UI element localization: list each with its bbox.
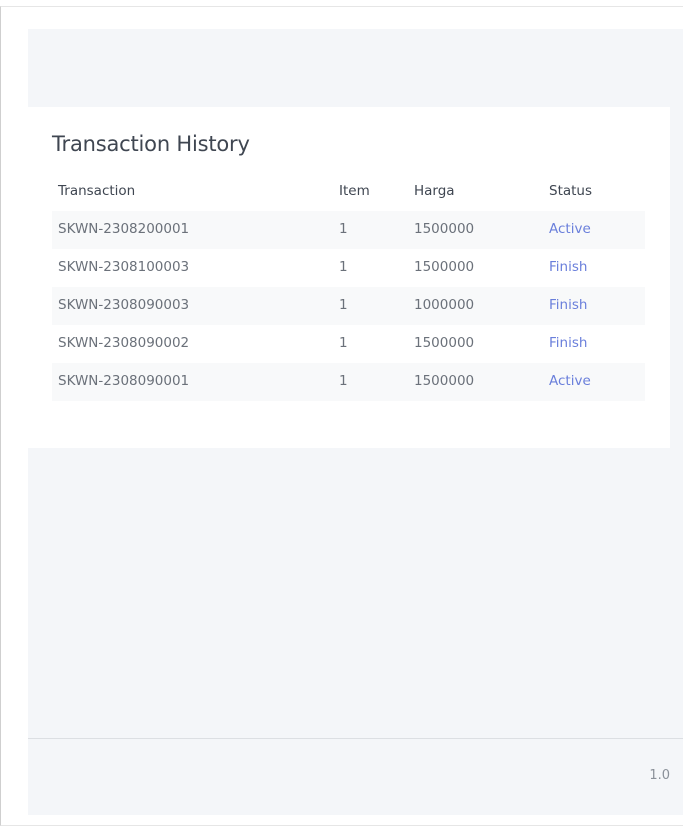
transaction-history-card: Transaction History Transaction Item Har… [28, 107, 670, 448]
card-title: Transaction History [52, 132, 250, 156]
table-header: Transaction Item Harga Status [52, 177, 645, 211]
item-count: 1 [339, 373, 348, 389]
header-item: Item [339, 183, 370, 199]
transaction-id: SKWN-2308090002 [58, 335, 190, 351]
table-row: SKWN-2308090002 1 1500000 Finish [52, 325, 645, 363]
table-row: SKWN-2308100003 1 1500000 Finish [52, 249, 645, 287]
sidebar-area [2, 7, 28, 825]
transaction-id: SKWN-2308200001 [58, 221, 190, 237]
item-count: 1 [339, 335, 348, 351]
price: 1500000 [414, 335, 475, 351]
table-row: SKWN-2308200001 1 1500000 Active [52, 211, 645, 249]
transaction-id: SKWN-2308090001 [58, 373, 190, 389]
item-count: 1 [339, 259, 348, 275]
table-row: SKWN-2308090001 1 1500000 Active [52, 363, 645, 401]
header-transaction: Transaction [58, 183, 136, 199]
item-count: 1 [339, 221, 348, 237]
transaction-id: SKWN-2308090003 [58, 297, 190, 313]
status-link[interactable]: Active [549, 221, 591, 237]
transaction-id: SKWN-2308100003 [58, 259, 190, 275]
footer-divider [28, 738, 683, 739]
header-harga: Harga [414, 183, 455, 199]
header-status: Status [549, 183, 593, 199]
item-count: 1 [339, 297, 348, 313]
price: 1000000 [414, 297, 475, 313]
status-link[interactable]: Finish [549, 259, 587, 275]
main-content: Transaction History Transaction Item Har… [28, 29, 683, 815]
price: 1500000 [414, 373, 475, 389]
status-link[interactable]: Active [549, 373, 591, 389]
app-frame: Transaction History Transaction Item Har… [0, 6, 683, 826]
price: 1500000 [414, 221, 475, 237]
status-link[interactable]: Finish [549, 297, 587, 313]
version-label: 1.0 [649, 768, 670, 783]
price: 1500000 [414, 259, 475, 275]
status-link[interactable]: Finish [549, 335, 587, 351]
table-row: SKWN-2308090003 1 1000000 Finish [52, 287, 645, 325]
transaction-table: Transaction Item Harga Status SKWN-23082… [52, 177, 645, 401]
